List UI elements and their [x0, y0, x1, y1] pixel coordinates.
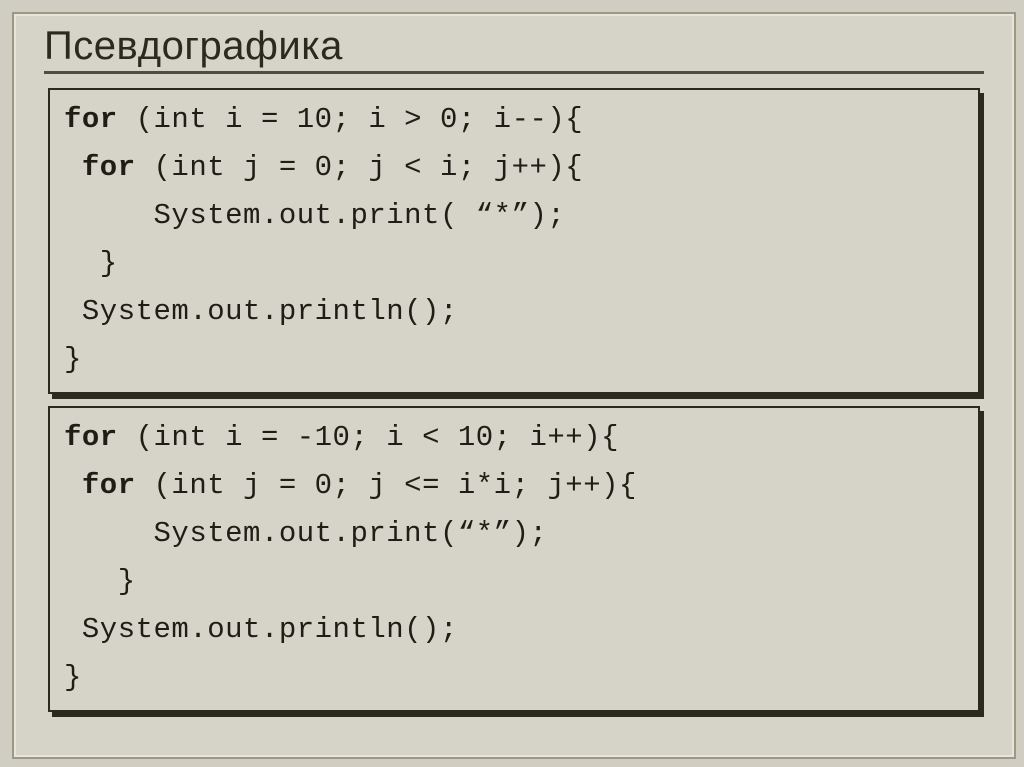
code-line: for (int i = -10; i < 10; i++){	[64, 414, 964, 462]
code-line: }	[64, 654, 964, 702]
code-line: }	[64, 336, 964, 384]
code-line: System.out.print( “*”);	[64, 192, 964, 240]
code-line: System.out.print(“*”);	[64, 510, 964, 558]
code-text: (int i = 10; i > 0; i--){	[118, 103, 583, 136]
code-block-1: for (int i = 10; i > 0; i--){ for (int j…	[48, 88, 980, 394]
slide-frame: Псевдографика for (int i = 10; i > 0; i-…	[12, 12, 1016, 759]
code-line: for (int j = 0; j <= i*i; j++){	[64, 462, 964, 510]
keyword-for: for	[64, 151, 136, 184]
code-line: System.out.println();	[64, 606, 964, 654]
code-line: for (int j = 0; j < i; j++){	[64, 144, 964, 192]
code-text: (int j = 0; j <= i*i; j++){	[136, 469, 637, 502]
code-block-2: for (int i = -10; i < 10; i++){ for (int…	[48, 406, 980, 712]
keyword-for: for	[64, 469, 136, 502]
code-line: }	[64, 240, 964, 288]
code-line: for (int i = 10; i > 0; i--){	[64, 96, 964, 144]
keyword-for: for	[64, 421, 118, 454]
code-line: System.out.println();	[64, 288, 964, 336]
keyword-for: for	[64, 103, 118, 136]
title-underline: Псевдографика	[44, 24, 984, 74]
code-text: (int j = 0; j < i; j++){	[136, 151, 584, 184]
code-line: }	[64, 558, 964, 606]
slide-title: Псевдографика	[44, 24, 343, 68]
code-text: (int i = -10; i < 10; i++){	[118, 421, 619, 454]
